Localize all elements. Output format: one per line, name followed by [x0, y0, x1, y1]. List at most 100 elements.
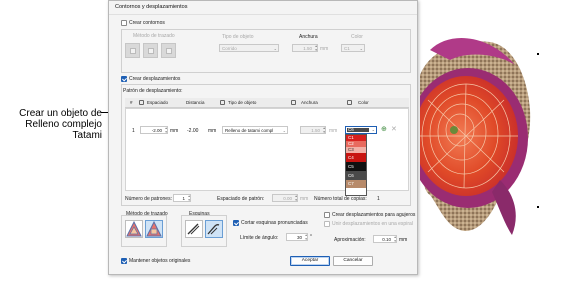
row-distance-value: -2.00 [187, 128, 199, 134]
color-option[interactable]: C4 [346, 153, 366, 162]
create-offsets-checkbox[interactable] [121, 76, 127, 82]
contour-width-unit: mm [320, 46, 329, 52]
contour-width-spinner[interactable]: 1.50 ▴ ▾ [292, 44, 318, 52]
col-color: Color [358, 100, 369, 105]
create-hole-offsets-checkbox[interactable] [324, 212, 330, 218]
cut-corners-checkbox[interactable] [233, 220, 239, 226]
row-distance-unit: mm [208, 128, 217, 134]
approximation-value: 0.10 [382, 237, 391, 242]
angle-unit: ° [310, 234, 312, 240]
total-copies-value: 1 [377, 196, 380, 202]
offset-grid-header: # Espaciado Distancia Tipo de objeto Anc… [125, 98, 409, 108]
corner-rounded-button[interactable] [205, 220, 223, 238]
trace-method-inner-button[interactable] [145, 220, 163, 238]
row-color-value: C6 [348, 127, 354, 132]
corner-sharp-icon [187, 223, 200, 235]
cut-corners-label: Cortar esquinas pronunciadas [241, 220, 308, 226]
pattern-spacing-label: Espaciado de patrón: [217, 196, 265, 202]
spinner-arrows-icon: ▴ ▾ [188, 194, 190, 202]
contour-method-outer-button[interactable] [125, 43, 140, 58]
contour-width-label: Anchura [299, 34, 318, 40]
row-color-select[interactable]: C6 ⌄ [345, 126, 377, 134]
color-dropdown-list: C1 C2 C3 C4 C5 C6 C7 [345, 134, 367, 196]
col-distance: Distancia [186, 100, 205, 105]
pattern-spacing-spinner[interactable]: 0.00 ▴ ▾ [272, 194, 298, 202]
lock-icon [220, 100, 225, 105]
spinner-arrows-icon: ▴ ▾ [295, 194, 297, 202]
chevron-down-icon: ⌄ [371, 127, 375, 132]
lock-icon [291, 100, 296, 105]
row-object-type-select[interactable]: Relleno de tatami compl ⌄ [222, 126, 288, 134]
keep-originals-label: Mantener objetos originales [129, 258, 191, 264]
lock-icon [347, 100, 352, 105]
corner-rounded-icon [207, 224, 220, 235]
flower-center [450, 126, 458, 134]
chevron-down-icon: ⌄ [359, 46, 363, 51]
title-divider [109, 14, 417, 15]
create-hole-offsets-label: Crear desplazamientos para agujeros [332, 212, 416, 218]
contour-width-value: 1.50 [303, 46, 312, 51]
color-option[interactable]: C5 [346, 162, 366, 171]
create-offsets-label: Crear desplazamientos [129, 76, 181, 82]
embroidery-flower-artwork [420, 38, 531, 235]
contour-color-select[interactable]: C1 ⌄ [341, 44, 365, 52]
join-spiral-label: Unir desplazamientos en una espiral [332, 221, 413, 227]
col-width: Anchura [301, 100, 318, 105]
col-spacing: Espaciado [147, 100, 169, 105]
row-spacing-value: -2.00 [151, 128, 162, 133]
pattern-count-value: 1 [182, 196, 185, 201]
pattern-count-spinner[interactable]: 1 ▴ ▾ [173, 194, 191, 202]
corner-sharp-button[interactable] [185, 220, 203, 238]
selection-handle-bottom[interactable] [537, 206, 539, 208]
create-contours-checkbox[interactable] [121, 20, 127, 26]
keep-originals-checkbox[interactable] [121, 258, 127, 264]
pattern-count-label: Número de patrones: [125, 196, 172, 202]
selection-handle-top[interactable] [537, 53, 539, 55]
contours-offsets-dialog: Contornos y desplazamientos Crear contor… [108, 0, 418, 275]
contour-color-value: C1 [344, 46, 350, 51]
contour-method-both-button[interactable] [161, 43, 176, 58]
row-object-type-value: Relleno de tatami compl [225, 128, 274, 133]
col-object-type: Tipo de objeto [228, 100, 257, 105]
dialog-title: Contornos y desplazamientos [115, 4, 188, 10]
row-spacing-spinner[interactable]: -2.00 ▴ ▾ [140, 126, 168, 134]
chevron-down-icon: ⌄ [273, 46, 277, 51]
color-option[interactable]: C7 [346, 180, 366, 188]
annotation-callout: Crear un objeto de Relleno complejo Tata… [19, 108, 102, 141]
trace-method-outer-button[interactable] [125, 220, 143, 238]
offset-pattern-label: Patrón de desplazamiento: [123, 88, 183, 94]
cancel-button[interactable]: Cancelar [333, 256, 373, 266]
row-width-spinner[interactable]: 1.50 ▴ ▾ [300, 126, 326, 134]
angle-limit-label: Límite de ángulo: [240, 235, 279, 241]
spinner-arrows-icon: ▴ ▾ [323, 126, 325, 134]
contour-object-type-value: Corrido [222, 46, 237, 51]
approximation-label: Aproximación: [334, 237, 366, 243]
spinner-arrows-icon: ▴ ▾ [315, 44, 317, 52]
offset-inner-icon [146, 220, 162, 237]
color-option-selected[interactable]: C6 [346, 171, 366, 180]
purple-stem [492, 180, 516, 235]
total-copies-label: Número total de copias: [314, 196, 367, 202]
row-number: 1 [132, 128, 135, 134]
pattern-spacing-unit: mm [300, 196, 309, 202]
add-row-icon[interactable]: ⊕ [381, 126, 387, 133]
lock-icon [139, 100, 144, 105]
contour-method-inner-button[interactable] [143, 43, 158, 58]
pattern-spacing-value: 0.00 [283, 196, 292, 201]
contour-object-type-select[interactable]: Corrido ⌄ [219, 44, 279, 52]
spinner-arrows-icon: ▴ ▾ [394, 235, 396, 243]
row-width-unit: mm [329, 128, 338, 134]
approximation-unit: mm [399, 237, 408, 243]
contour-color-label: Color [351, 34, 363, 40]
approximation-spinner[interactable]: 0.10 ▴ ▾ [373, 235, 397, 243]
accept-button[interactable]: Aceptar [290, 256, 330, 266]
row-spacing-unit: mm [170, 128, 179, 134]
contour-object-type-label: Tipo de objeto [222, 34, 254, 40]
offset-outer-icon [126, 220, 142, 237]
angle-limit-value: 30 [296, 235, 302, 240]
angle-limit-spinner[interactable]: 30 ▴ ▾ [286, 233, 308, 241]
join-spiral-checkbox[interactable] [324, 221, 330, 227]
row-width-value: 1.50 [311, 128, 320, 133]
delete-row-icon[interactable]: ✕ [391, 126, 397, 133]
offset-grid: 1 -2.00 ▴ ▾ mm -2.00 mm Relleno de tatami… [125, 108, 409, 196]
